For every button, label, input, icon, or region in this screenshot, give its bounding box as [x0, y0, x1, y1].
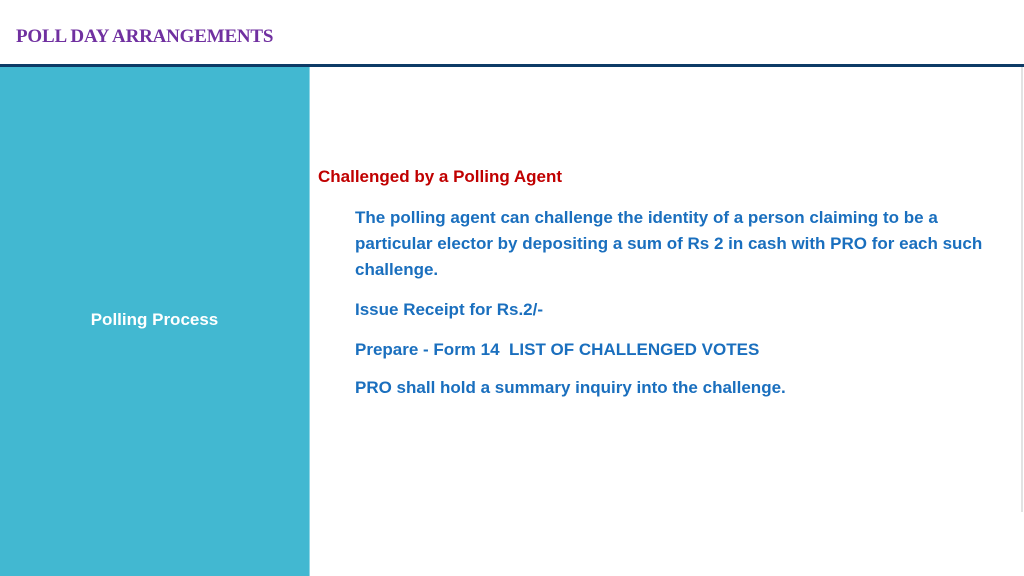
content-panel: Challenged by a Polling Agent The pollin…: [310, 67, 1023, 512]
paragraph-prepare-form: Prepare - Form 14 LIST OF CHALLENGED VOT…: [355, 340, 760, 359]
section-heading: Challenged by a Polling Agent: [318, 167, 563, 186]
sidebar-label: Polling Process: [90, 310, 219, 329]
sidebar-panel: Polling Process: [0, 67, 310, 576]
paragraph-summary-inquiry: PRO shall hold a summary inquiry into th…: [355, 378, 786, 397]
slide: POLL DAY ARRANGEMENTS Polling Process Ch…: [0, 0, 1024, 576]
paragraph-issue-receipt: Issue Receipt for Rs.2/-: [355, 300, 544, 319]
paragraph-challenge-rule: The polling agent can challenge the iden…: [355, 208, 983, 279]
slide-title: POLL DAY ARRANGEMENTS: [16, 26, 274, 47]
